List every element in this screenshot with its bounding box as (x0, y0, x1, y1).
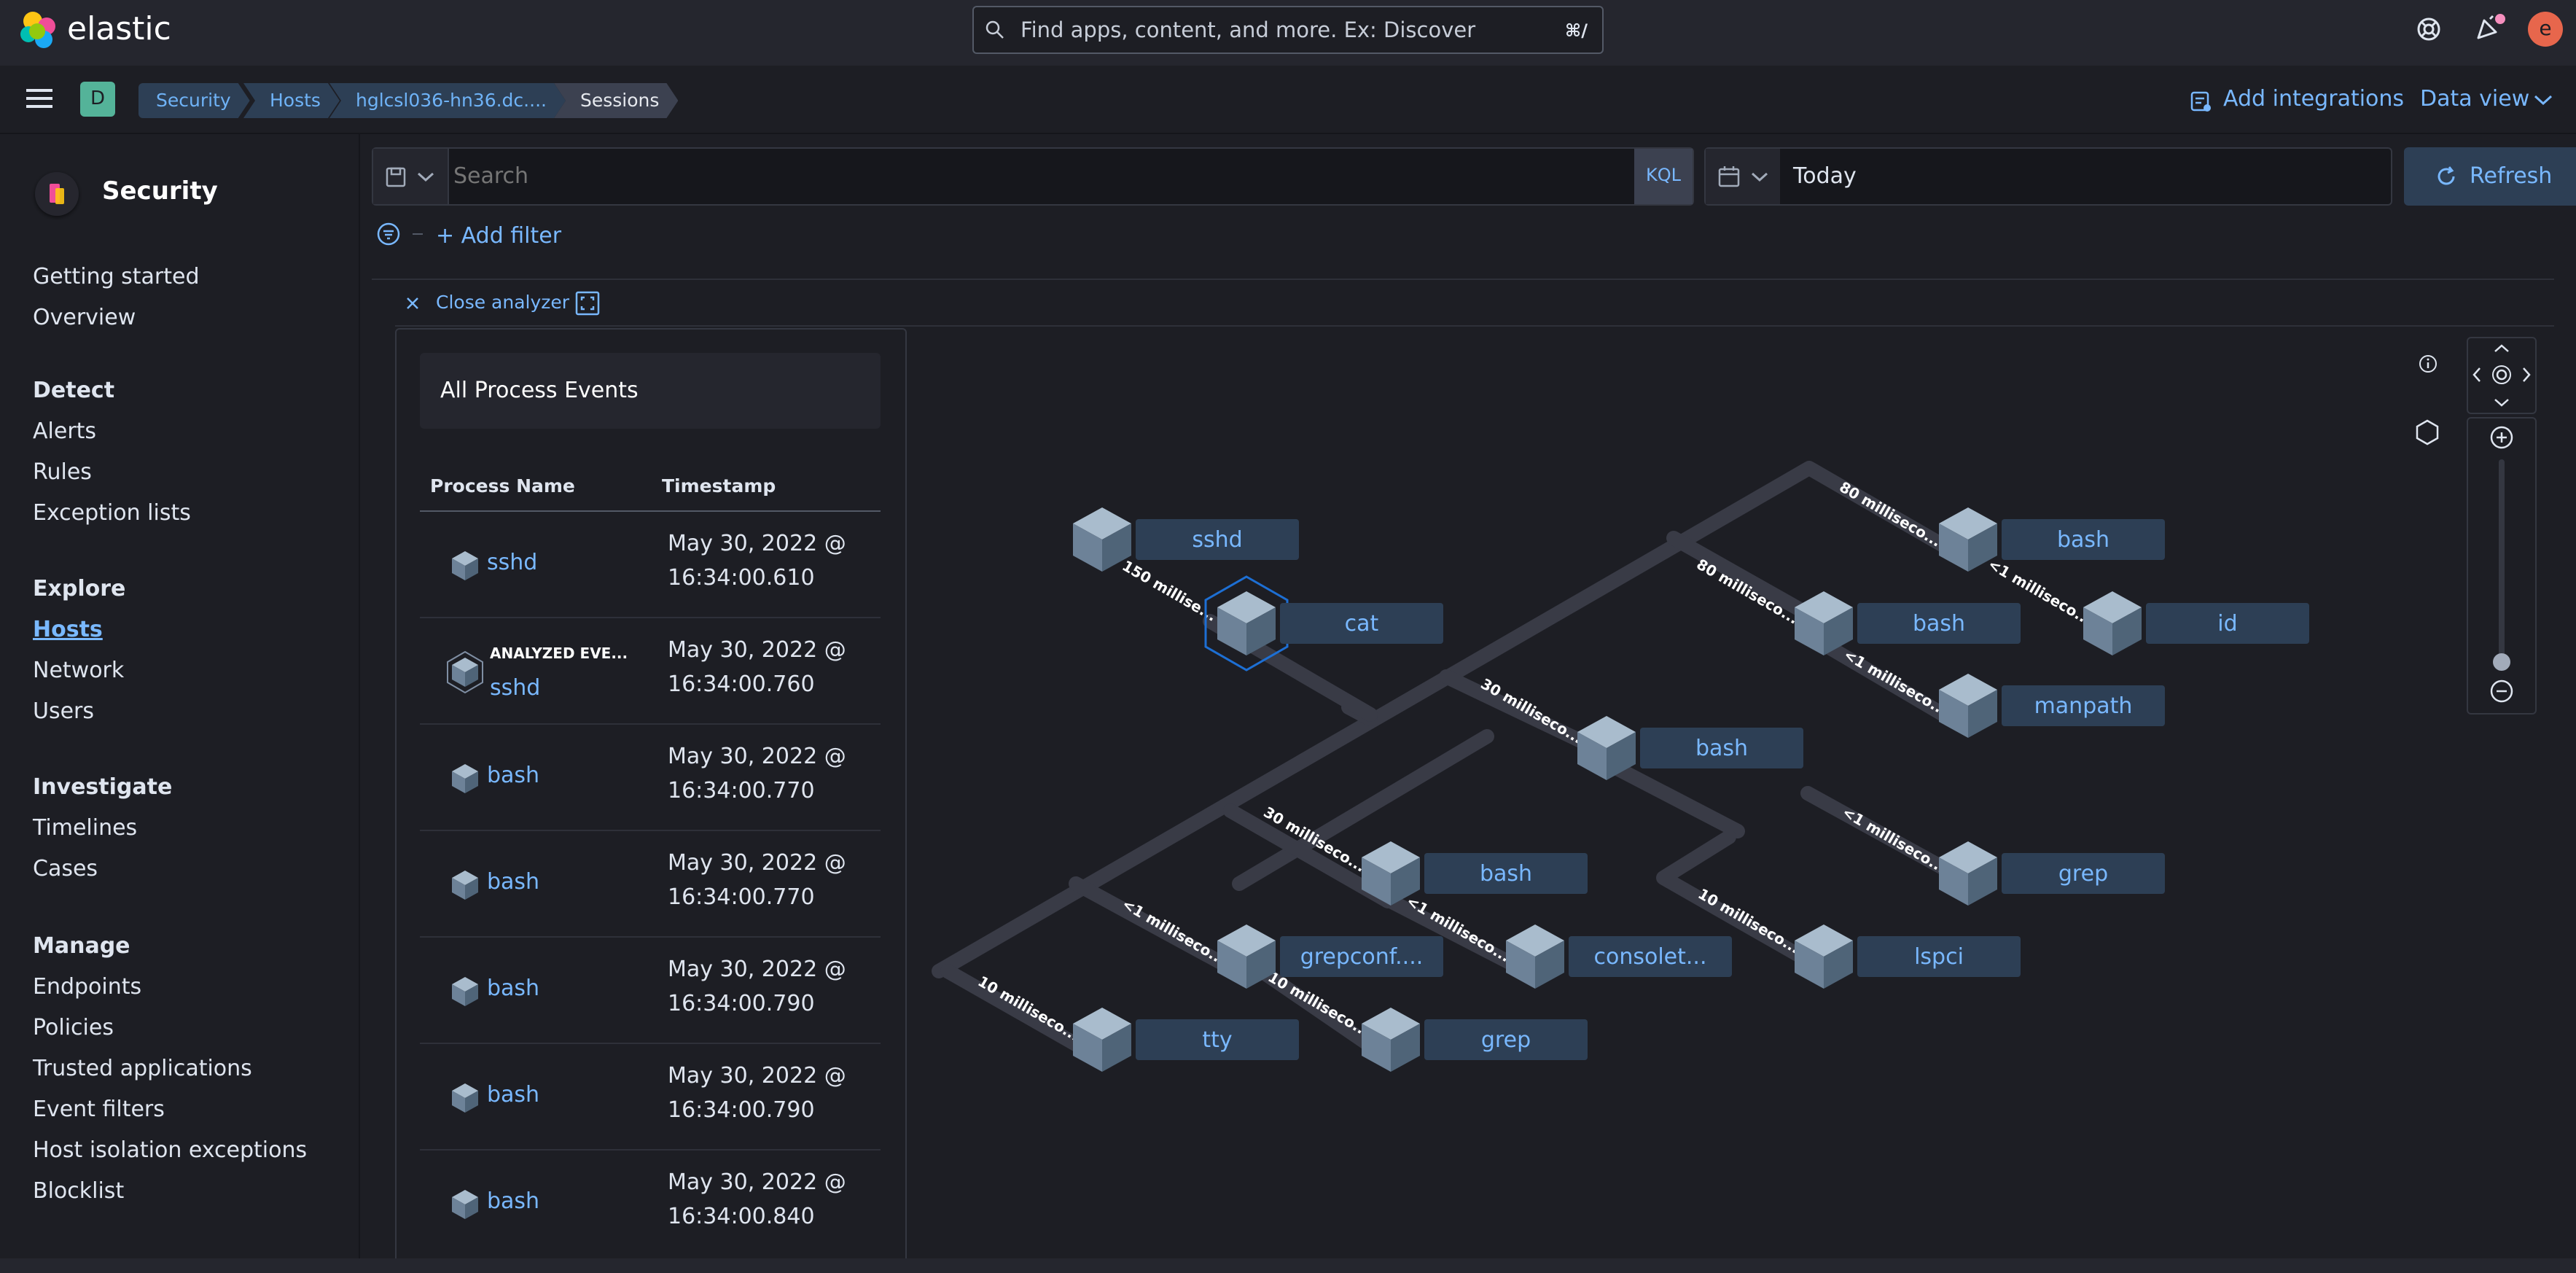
node-name-label: manpath (2034, 693, 2133, 719)
process-node[interactable]: consolet... (1506, 924, 1732, 989)
process-cube-icon (1217, 591, 1276, 655)
process-cube-icon (1939, 841, 1997, 906)
bottom-strip (0, 1258, 2576, 1273)
process-cube-icon (1506, 924, 1564, 989)
node-name-label: bash (1913, 611, 1965, 636)
pan-up-icon[interactable] (2493, 343, 2510, 354)
process-node[interactable]: bash (1577, 716, 1803, 780)
edge-duration-label: 10 milliseco... (975, 973, 1083, 1045)
edge-duration-label: <1 milliseco... (1840, 803, 1949, 877)
node-name-label: consolet... (1593, 944, 1706, 970)
zoom-slider-handle[interactable] (2493, 653, 2510, 671)
node-name-label: bash (1695, 736, 1748, 761)
process-cube-icon (1795, 591, 1853, 655)
process-cube-icon (1939, 674, 1997, 738)
process-cube-icon (1073, 1008, 1131, 1072)
process-cube-icon (2083, 591, 2142, 655)
pan-down-icon[interactable] (2493, 397, 2510, 408)
edge-duration-label: 80 milliseco... (1694, 556, 1802, 628)
process-node[interactable]: bash (1795, 591, 2021, 655)
edge-duration-label: <1 milliseco... (1841, 646, 1951, 720)
process-cube-icon (1939, 507, 1997, 572)
process-node[interactable]: grep (1939, 841, 2165, 906)
zoom-controls (2467, 417, 2537, 715)
node-name-label: lspci (1914, 944, 1964, 970)
process-node[interactable]: id (2083, 591, 2309, 655)
process-node[interactable]: bash (1939, 507, 2165, 572)
process-node[interactable]: manpath (1939, 674, 2165, 738)
process-node[interactable]: cat (1204, 575, 1443, 671)
edge-duration-label: 80 milliseco... (1837, 478, 1945, 550)
edge-duration-label: <1 milliseco... (1120, 895, 1229, 969)
zoom-in-icon[interactable] (2489, 424, 2515, 451)
process-node[interactable]: grepconf.... (1217, 924, 1443, 989)
process-node[interactable]: bash (1362, 841, 1588, 906)
process-cube-icon (1073, 507, 1131, 572)
process-node[interactable]: lspci (1795, 924, 2021, 989)
process-node[interactable]: sshd (1073, 507, 1299, 572)
node-name-label: bash (2057, 527, 2109, 553)
node-name-label: cat (1345, 611, 1379, 636)
pan-controls (2467, 337, 2537, 414)
info-icon[interactable] (2417, 353, 2439, 375)
pan-right-icon[interactable] (2521, 366, 2532, 384)
node-name-label: id (2217, 611, 2237, 636)
process-cube-icon (1362, 1008, 1420, 1072)
process-edge (1666, 531, 1815, 621)
process-node[interactable]: tty (1073, 1008, 1299, 1072)
zoom-slider-track[interactable] (2499, 459, 2505, 659)
process-cube-icon (1795, 924, 1853, 989)
pan-left-icon[interactable] (2471, 366, 2483, 384)
node-name-label: grep (2058, 861, 2108, 887)
node-name-label: sshd (1192, 527, 1242, 553)
node-name-label: grepconf.... (1300, 944, 1424, 970)
node-name-label: bash (1480, 861, 1532, 887)
process-node[interactable]: grep (1362, 1008, 1588, 1072)
center-icon[interactable] (2490, 363, 2513, 386)
node-name-label: grep (1481, 1027, 1531, 1053)
node-name-label: tty (1202, 1027, 1232, 1053)
zoom-out-icon[interactable] (2489, 678, 2515, 704)
node-legend-icon[interactable] (2414, 419, 2440, 446)
process-tree-graph: 150 millise...80 milliseco...<1 millisec… (932, 461, 2309, 1072)
